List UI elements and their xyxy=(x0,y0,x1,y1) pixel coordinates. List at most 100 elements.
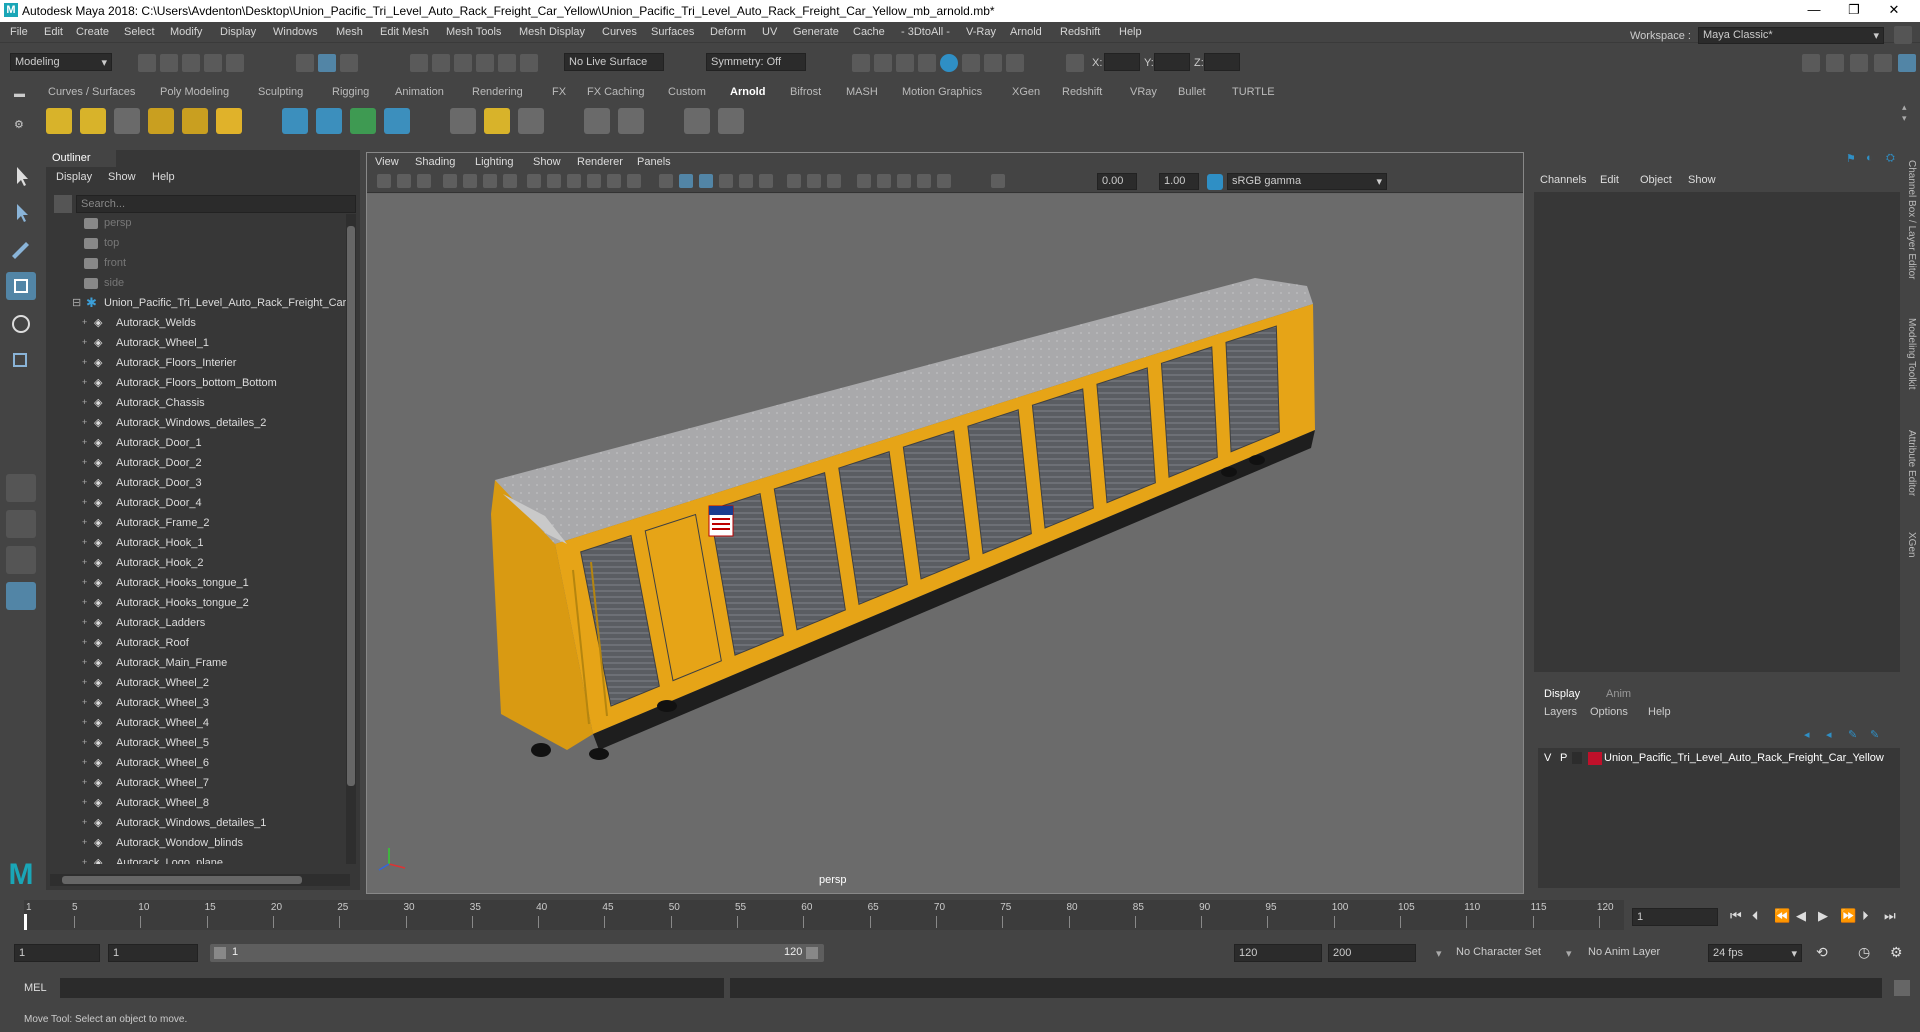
shelf-tab-turtle[interactable]: TURTLE xyxy=(1232,86,1275,98)
cb-menu-object[interactable]: Object xyxy=(1640,174,1672,186)
side-tab-attribute-editor[interactable]: Attribute Editor xyxy=(1906,430,1917,496)
workspace-dropdown[interactable]: Maya Classic* ▾ xyxy=(1698,27,1884,44)
cb-menu-edit[interactable]: Edit xyxy=(1600,174,1619,186)
outliner-mesh-item[interactable]: + ◈ Autorack_Hook_2 xyxy=(46,554,346,574)
select-by-object-icon[interactable] xyxy=(318,54,336,72)
close-button[interactable]: ✕ xyxy=(1874,2,1914,18)
film-gate-icon[interactable] xyxy=(547,174,561,188)
attribute-editor-icon[interactable] xyxy=(1826,54,1844,72)
vp-menu-renderer[interactable]: Renderer xyxy=(577,156,623,168)
outliner-mesh-item[interactable]: + ◈ Autorack_Door_4 xyxy=(46,494,346,514)
new-scene-icon[interactable] xyxy=(138,54,156,72)
lasso-tool-icon[interactable] xyxy=(6,198,36,226)
render-view-arnold-icon[interactable] xyxy=(684,108,710,134)
export-standin-icon[interactable] xyxy=(316,108,342,134)
live-surface-field[interactable]: No Live Surface xyxy=(564,53,664,71)
gamma-icon[interactable] xyxy=(991,174,1005,188)
collapse-icon[interactable]: ⊟ xyxy=(72,296,86,309)
grid-icon[interactable] xyxy=(527,174,541,188)
safe-action-icon[interactable] xyxy=(627,174,641,188)
layer-tab-anim[interactable]: Anim xyxy=(1606,688,1631,700)
menu-windows[interactable]: Windows xyxy=(273,26,318,38)
outliner-mesh-item[interactable]: + ◈ Autorack_Windows_detailes_2 xyxy=(46,414,346,434)
anim-layer-dropdown[interactable]: No Anim Layer xyxy=(1584,944,1684,962)
new-layer-icon[interactable]: ✎ xyxy=(1848,728,1857,741)
lock-camera-icon[interactable] xyxy=(397,174,411,188)
current-time-marker[interactable] xyxy=(24,914,27,930)
snap-view-plane-icon[interactable] xyxy=(476,54,494,72)
move-layer-up-icon[interactable]: ◂ xyxy=(1804,728,1810,741)
menu-uv[interactable]: UV xyxy=(762,26,777,38)
skydome-light-icon[interactable] xyxy=(148,108,174,134)
move-layer-down-icon[interactable]: ◂ xyxy=(1826,728,1832,741)
hypershade-icon[interactable] xyxy=(940,54,958,72)
go-to-end-icon[interactable]: ⏭ xyxy=(1884,908,1896,924)
vp-menu-shading[interactable]: Shading xyxy=(415,156,455,168)
grease-pencil-icon[interactable] xyxy=(503,174,517,188)
play-forward-icon[interactable]: ▶ xyxy=(1818,908,1828,924)
tool-settings-icon[interactable] xyxy=(1850,54,1868,72)
outliner-mesh-item[interactable]: + ◈ Autorack_Wheel_2 xyxy=(46,674,346,694)
outliner-mesh-item[interactable]: + ◈ Autorack_Wheel_5 xyxy=(46,734,346,754)
outliner-mesh-item[interactable]: + ◈ Autorack_Wondow_blinds xyxy=(46,834,346,854)
menu-deform[interactable]: Deform xyxy=(710,26,746,38)
character-set-dropdown[interactable]: No Character Set xyxy=(1452,944,1562,962)
outliner-mesh-item[interactable]: + ◈ Autorack_Door_2 xyxy=(46,454,346,474)
photometric-light-icon[interactable] xyxy=(114,108,140,134)
range-start-handle[interactable] xyxy=(214,947,226,959)
textured-icon[interactable] xyxy=(719,174,733,188)
arnold-ipr-icon[interactable] xyxy=(984,54,1002,72)
near-clip-field[interactable]: 0.00 xyxy=(1097,173,1137,190)
four-view-layout-icon[interactable] xyxy=(6,510,36,538)
y-field[interactable] xyxy=(1154,53,1190,71)
play-backward-icon[interactable]: ◀ xyxy=(1796,908,1806,924)
maximize-button[interactable]: ❐ xyxy=(1834,2,1874,18)
menu-display[interactable]: Display xyxy=(220,26,256,38)
outliner-group-item[interactable]: ⊟ ✱ Union_Pacific_Tri_Level_Auto_Rack_Frei… xyxy=(46,294,346,314)
render-view-icon[interactable] xyxy=(852,54,870,72)
shelf-tab-rigging[interactable]: Rigging xyxy=(332,86,369,98)
range-bar[interactable]: 1 120 xyxy=(210,944,824,962)
camera-icon[interactable]: ◐ xyxy=(1866,152,1873,164)
menu-3dtoall[interactable]: - 3DtoAll - xyxy=(901,26,950,38)
flush-cache-icon[interactable] xyxy=(584,108,610,134)
menu-mesh-display[interactable]: Mesh Display xyxy=(519,26,585,38)
arnold-render-icon[interactable] xyxy=(962,54,980,72)
outliner-mesh-item[interactable]: + ◈ Autorack_Wheel_4 xyxy=(46,714,346,734)
shelf-tab-mash[interactable]: MASH xyxy=(846,86,878,98)
default-material-icon[interactable] xyxy=(699,174,713,188)
ambient-occlusion-icon[interactable] xyxy=(787,174,801,188)
color-management-icon[interactable] xyxy=(1207,174,1223,190)
select-by-hierarchy-icon[interactable] xyxy=(296,54,314,72)
shelf-tab-bifrost[interactable]: Bifrost xyxy=(790,86,821,98)
outliner-mesh-item[interactable]: + ◈ Autorack_Door_3 xyxy=(46,474,346,494)
outliner-menu-show[interactable]: Show xyxy=(108,171,136,183)
preferences-icon[interactable]: ⚙ xyxy=(1890,944,1903,961)
image-plane-icon[interactable] xyxy=(463,174,477,188)
side-tab-channel-box[interactable]: Channel Box / Layer Editor xyxy=(1906,160,1917,280)
step-back-frame-icon[interactable]: ⏪ xyxy=(1774,908,1790,924)
layer-tab-display[interactable]: Display xyxy=(1544,688,1580,700)
outliner-mesh-item[interactable]: + ◈ Autorack_Chassis xyxy=(46,394,346,414)
shelf-menu-icon[interactable]: ▬ ⚙ xyxy=(12,88,26,131)
menu-create[interactable]: Create xyxy=(76,26,109,38)
shelf-tab-vray[interactable]: VRay xyxy=(1130,86,1157,98)
outliner-mesh-item[interactable]: + ◈ Autorack_Floors_bottom_Bottom xyxy=(46,374,346,394)
bookmarks-icon[interactable] xyxy=(443,174,457,188)
current-frame-field[interactable]: 1 xyxy=(1632,908,1718,926)
shelf-tab-fx-caching[interactable]: FX Caching xyxy=(587,86,644,98)
layer-type-toggle[interactable] xyxy=(1572,752,1582,764)
render-current-icon[interactable] xyxy=(874,54,892,72)
loop-icon[interactable]: ⟲ xyxy=(1816,944,1828,961)
open-scene-icon[interactable] xyxy=(160,54,178,72)
outliner-menu-display[interactable]: Display xyxy=(56,171,92,183)
far-clip-field[interactable]: 1.00 xyxy=(1159,173,1199,190)
snap-pivot-icon[interactable] xyxy=(520,54,538,72)
select-tool-icon[interactable] xyxy=(6,162,36,190)
range-end-handle[interactable] xyxy=(806,947,818,959)
x-field[interactable] xyxy=(1104,53,1140,71)
menu-arnold[interactable]: Arnold xyxy=(1010,26,1042,38)
time-ruler[interactable]: 1 5 10 15 20 25 30 35 40 45 50 55 60 65 70 75 80 85 90 95 10… xyxy=(24,900,1624,930)
outliner-mesh-item[interactable]: + ◈ Autorack_Wheel_1 xyxy=(46,334,346,354)
isolate-select-icon[interactable] xyxy=(857,174,871,188)
